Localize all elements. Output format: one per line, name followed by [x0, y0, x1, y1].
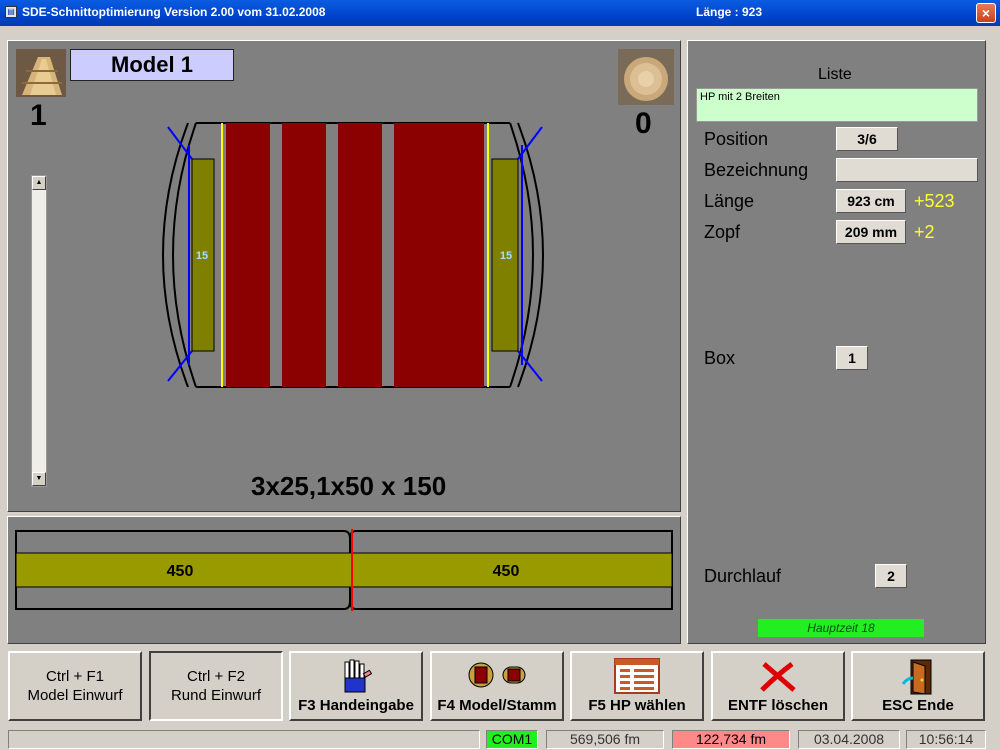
model-count: 1	[30, 99, 47, 132]
laenge-label: Länge	[704, 191, 755, 211]
stacked-boards-icon	[16, 49, 66, 97]
date-display: 03.04.2008	[798, 730, 900, 749]
rund-einwurf-shortcut: Ctrl + F2	[187, 668, 245, 685]
model-einwurf-button[interactable]: Ctrl + F1 Model Einwurf	[8, 651, 142, 721]
ende-button[interactable]: ESC Ende	[851, 651, 985, 721]
loeschen-button[interactable]: ENTF löschen	[711, 651, 845, 721]
zopf-delta: +2	[914, 222, 935, 242]
board-4	[394, 123, 484, 387]
close-button[interactable]: ×	[976, 3, 996, 23]
vertical-scrollbar[interactable]: ▲ ▼	[31, 175, 47, 487]
hp-waehlen-label: F5 HP wählen	[588, 697, 686, 714]
volume-current: 122,734 fm	[672, 730, 790, 749]
volume-total: 569,506 fm	[546, 730, 664, 749]
info-panel: Liste HP mit 2 Breiten Position 3/6 Beze…	[687, 40, 986, 644]
model-einwurf-label: Model Einwurf	[27, 687, 123, 704]
ende-label: ESC Ende	[882, 697, 954, 714]
laenge-field[interactable]: 923 cm	[836, 189, 906, 213]
window-length-title: Länge : 923	[696, 5, 763, 19]
status-bar: COM1 569,506 fm 122,734 fm 03.04.2008 10…	[0, 728, 1000, 750]
list-icon	[614, 658, 660, 694]
cut-pattern-panel: Model 1 1 0 ▲ ▼ 15 15 3x25,1x50 x 150	[7, 40, 681, 512]
door-exit-icon	[901, 659, 932, 695]
model-einwurf-shortcut: Ctrl + F1	[46, 668, 104, 685]
durchlauf-label: Durchlauf	[704, 566, 782, 586]
scroll-down-arrow-icon[interactable]: ▼	[32, 472, 46, 486]
zopf-label: Zopf	[704, 222, 741, 242]
hp-waehlen-button[interactable]: F5 HP wählen	[570, 651, 704, 721]
status-message-pane	[8, 730, 480, 749]
length-segment-2: 450	[493, 563, 520, 580]
app-icon[interactable]: ▤	[5, 6, 17, 18]
rund-einwurf-button[interactable]: Ctrl + F2 Rund Einwurf	[149, 651, 283, 721]
model-label: Model 1	[70, 49, 234, 81]
title-bar: ▤ SDE-Schnittoptimierung Version 2.00 vo…	[0, 0, 1000, 26]
hauptzeit-indicator: Hauptzeit 18	[758, 619, 924, 637]
position-label: Position	[704, 129, 769, 149]
bezeichnung-field[interactable]	[836, 158, 978, 182]
dimensions-label: 3x25,1x50 x 150	[251, 471, 447, 501]
log-icon	[468, 662, 526, 688]
loeschen-label: ENTF löschen	[727, 697, 828, 714]
box-label: Box	[704, 348, 736, 368]
delete-x-icon	[760, 662, 796, 692]
length-segment-1: 450	[167, 563, 194, 580]
length-panel: 450 450	[7, 516, 681, 644]
liste-title: Liste	[818, 66, 852, 83]
side-board-left-label: 15	[196, 250, 208, 262]
round-count: 0	[635, 107, 652, 140]
zopf-field[interactable]: 209 mm	[836, 220, 906, 244]
log-cross-section: 15 15	[162, 122, 544, 388]
liste-box[interactable]: HP mit 2 Breiten	[696, 88, 978, 122]
durchlauf-field[interactable]: 2	[875, 564, 907, 588]
handeingabe-label: F3 Handeingabe	[298, 697, 414, 714]
hand-icon	[344, 659, 373, 693]
model-stamm-button[interactable]: F4 Model/Stamm	[430, 651, 564, 721]
round-log-icon	[618, 49, 674, 105]
handeingabe-button[interactable]: F3 Handeingabe	[289, 651, 423, 721]
box-field[interactable]: 1	[836, 346, 868, 370]
board-1	[226, 123, 270, 387]
bezeichnung-label: Bezeichnung	[704, 160, 809, 180]
rund-einwurf-label: Rund Einwurf	[170, 687, 262, 704]
model-stamm-label: F4 Model/Stamm	[437, 697, 557, 714]
scroll-up-arrow-icon[interactable]: ▲	[32, 176, 46, 190]
board-3	[338, 123, 382, 387]
window-title: SDE-Schnittoptimierung Version 2.00 vom …	[22, 5, 326, 19]
side-board-right-label: 15	[500, 250, 512, 262]
time-display: 10:56:14	[906, 730, 986, 749]
laenge-delta: +523	[914, 191, 955, 211]
com-port-status: COM1	[486, 730, 538, 749]
board-2	[282, 123, 326, 387]
position-field[interactable]: 3/6	[836, 127, 898, 151]
length-bar: 450 450	[15, 529, 673, 611]
